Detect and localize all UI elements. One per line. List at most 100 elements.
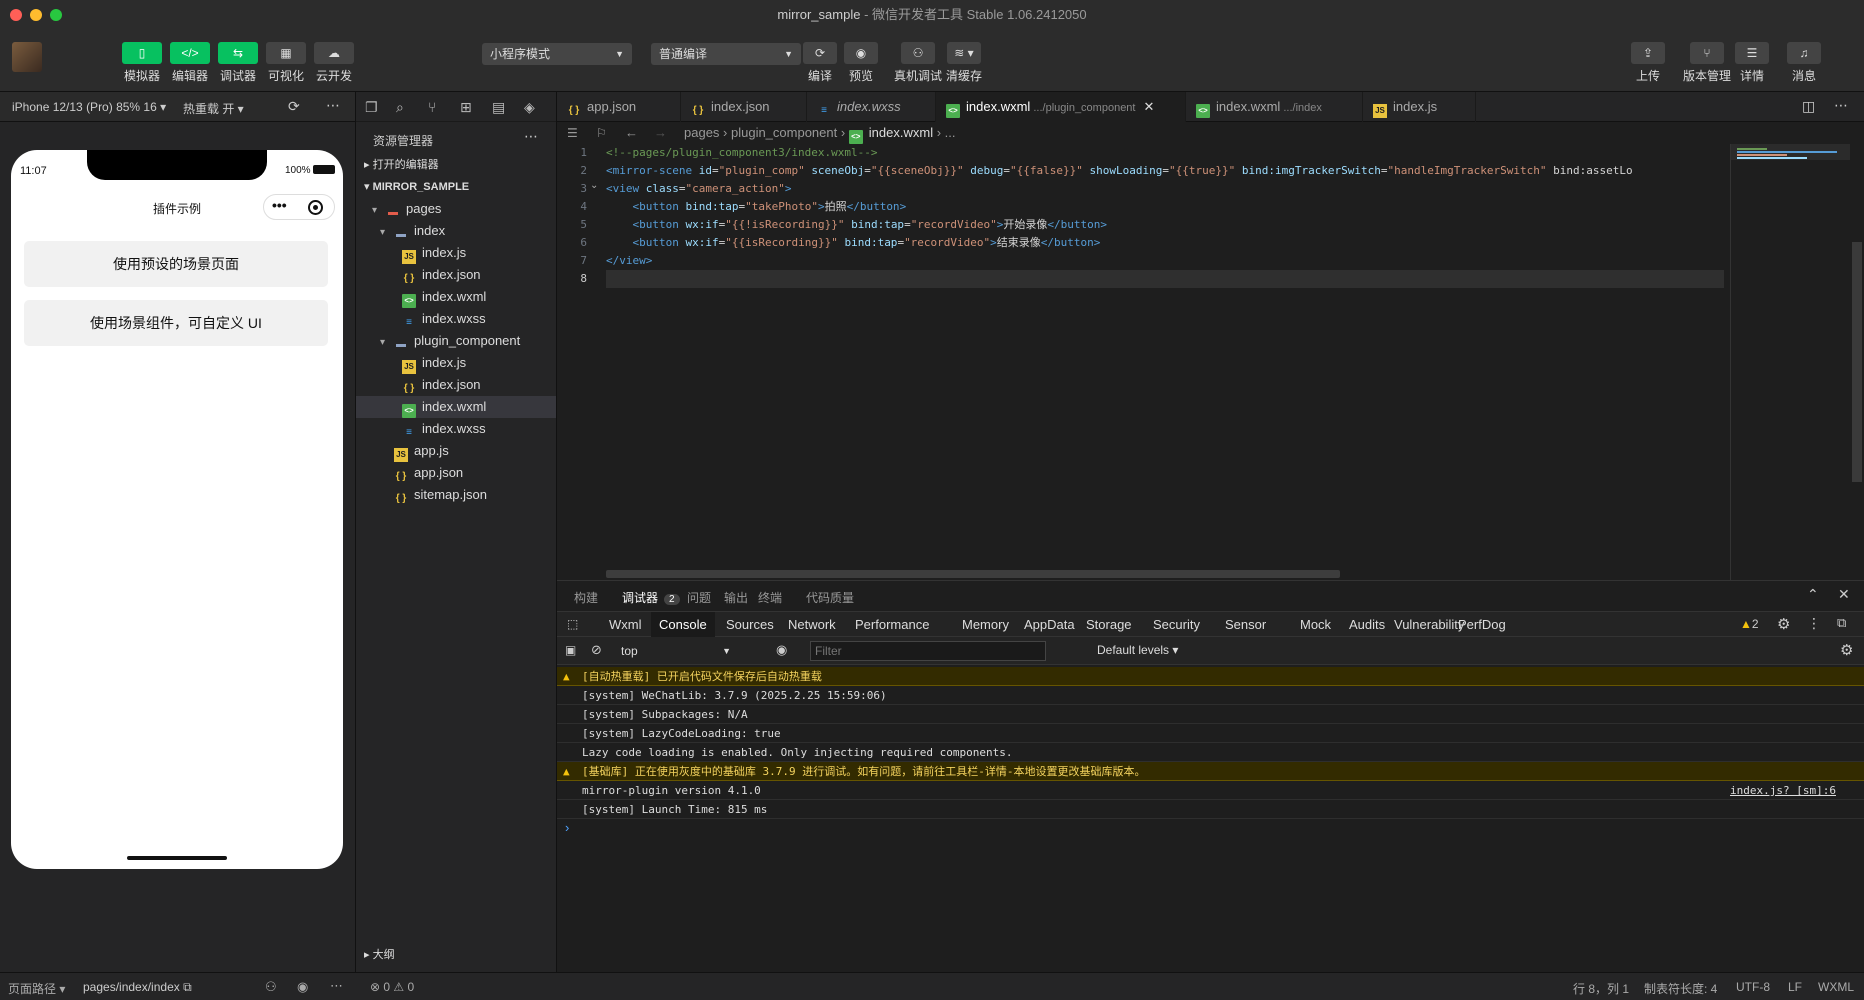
tree-item[interactable]: { } sitemap.json [356,484,556,506]
branch-toolbar-button[interactable]: ⑂ 版本管理 [1683,42,1731,84]
tree-item[interactable]: JS index.js [356,242,556,264]
minimap[interactable] [1730,144,1850,580]
close-tab-icon[interactable]: ✕ [1144,99,1155,114]
files-icon[interactable]: ❐ [365,99,378,116]
editor-tab[interactable]: ≡ index.wxss [807,92,936,122]
editor-tab[interactable]: <> index.wxml .../plugin_component ✕ [936,92,1186,122]
panel-tab[interactable]: 问题 [687,589,711,606]
panel-tab[interactable]: 调试器 2 [622,589,680,606]
tree-item[interactable]: { } index.json [356,264,556,286]
debug-toolbar-button[interactable]: ⇆ 调试器 [218,42,258,84]
compile-select[interactable]: 普通编译 ▼ [651,43,801,65]
devtools-tab[interactable]: Mock [1292,612,1339,638]
source-control-icon[interactable]: ⑂ [428,99,436,115]
devtools-tab[interactable]: Wxml [601,612,650,638]
layout-toolbar-button[interactable]: ▦ 可视化 [266,42,306,84]
editor-tab[interactable]: JS index.js [1363,92,1476,122]
vertical-scrollbar[interactable] [1852,242,1862,482]
cursor-position[interactable]: 行 8，列 1 [1573,980,1629,997]
fold-chevron-icon[interactable]: ⌄ [590,180,598,191]
bell-toolbar-button[interactable]: ♫ 消息 [1787,42,1821,84]
explorer-more-icon[interactable]: ⋯ [524,128,538,145]
tree-item[interactable]: JS app.js [356,440,556,462]
context-select[interactable]: top ▼ [617,641,737,661]
tree-item[interactable]: <> index.wxml [356,396,556,418]
panel-tab[interactable]: 构建 [574,589,598,606]
devtools-tab[interactable]: Sensor [1217,612,1274,638]
devtools-tab[interactable]: Console [651,612,715,638]
problems-count[interactable]: ⊗ 0 ⚠ 0 [370,980,414,994]
devtools-tab[interactable]: AppData [1016,612,1083,638]
bookmark-icon[interactable]: ⚐ [596,122,607,144]
extensions-icon[interactable]: ⊞ [460,99,472,116]
project-section[interactable]: ▾ MIRROR_SAMPLE [356,176,556,198]
layers-toolbar-button[interactable]: ≋ ▾ 清缓存 [946,42,982,84]
device-select[interactable]: iPhone 12/13 (Pro) 85% 16 ▾ [12,100,166,114]
capsule-close-icon[interactable] [308,200,323,215]
eye-toolbar-button[interactable]: ◉ 预览 [844,42,878,84]
debug-bug-icon[interactable]: ⚇ [265,979,277,995]
page-path-select[interactable]: 页面路径 ▾ [8,980,65,997]
devtools-tab[interactable]: Security [1145,612,1208,638]
code-toolbar-button[interactable]: </> 编辑器 [170,42,210,84]
menu-toolbar-button[interactable]: ☰ 详情 [1735,42,1769,84]
sidebar-toggle-icon[interactable]: ▣ [565,643,576,657]
tree-item[interactable]: JS index.js [356,352,556,374]
rotate-icon[interactable]: ⟳ [288,98,300,115]
encoding[interactable]: UTF-8 [1736,980,1770,994]
more-dots-icon[interactable]: ••• [272,197,287,213]
warning-badge[interactable]: ▲2 [1740,617,1759,631]
editor-tab[interactable]: { } app.json [557,92,681,122]
more-icon[interactable]: ⋯ [326,97,340,114]
docker-icon[interactable]: ◈ [524,99,535,116]
copy-icon[interactable]: ⧉ [183,980,192,994]
page-path[interactable]: pages/index/index ⧉ [83,980,192,995]
kebab-menu-icon[interactable]: ⋮ [1807,615,1821,632]
close-panel-icon[interactable]: ✕ [1838,586,1850,603]
panel-tab[interactable]: 终端 [758,589,782,606]
list-icon[interactable]: ☰ [567,122,578,144]
line-ending[interactable]: LF [1788,980,1802,994]
editor-tab[interactable]: <> index.wxml .../index [1186,92,1363,122]
tree-item[interactable]: { } app.json [356,462,556,484]
tree-item[interactable]: ▾ ▬ index [356,220,556,242]
editor-more-icon[interactable]: ⋯ [1834,97,1848,114]
collapse-panel-icon[interactable]: ⌃ [1807,586,1819,603]
outline-section[interactable]: ▸ 大纲 [356,944,556,966]
editor-tab[interactable]: { } index.json [681,92,807,122]
undock-icon[interactable]: ⧉ [1837,615,1846,631]
phone-toolbar-button[interactable]: ▯ 模拟器 [122,42,162,84]
clear-console-icon[interactable]: ⊘ [591,642,602,658]
tree-item[interactable]: { } index.json [356,374,556,396]
eye-icon[interactable]: ◉ [776,642,787,658]
console-filter-input[interactable] [810,641,1046,661]
devtools-tab[interactable]: PerfDog [1450,612,1514,638]
status-more-icon[interactable]: ⋯ [330,978,343,994]
language-mode[interactable]: WXML [1818,980,1854,994]
minimize-window-button[interactable] [30,9,42,21]
devtools-tab[interactable]: Storage [1078,612,1140,638]
avatar[interactable] [12,42,42,72]
panel-tab[interactable]: 代码质量 [806,589,854,606]
panel-tab[interactable]: 输出 [724,589,748,606]
tree-item[interactable]: ▾ ▬ plugin_component [356,330,556,352]
close-window-button[interactable] [10,9,22,21]
tab-size[interactable]: 制表符长度: 4 [1644,980,1717,997]
mode-select[interactable]: 小程序模式 ▼ [482,43,632,65]
devtools-tab[interactable]: Performance [847,612,937,638]
refresh-toolbar-button[interactable]: ⟳ 编译 [803,42,837,84]
zoom-window-button[interactable] [50,9,62,21]
preview-eye-icon[interactable]: ◉ [297,979,308,995]
tree-item[interactable]: ≡ index.wxss [356,308,556,330]
tree-item[interactable]: <> index.wxml [356,286,556,308]
split-editor-icon[interactable]: ◫ [1802,98,1815,115]
tree-item[interactable]: ≡ index.wxss [356,418,556,440]
cloud-toolbar-button[interactable]: ☁ 云开发 [314,42,354,84]
scene-component-button[interactable]: 使用场景组件，可自定义 UI [24,300,328,346]
source-link[interactable]: index.js? [sm]:6 [1730,781,1836,800]
devtools-tab[interactable]: Memory [954,612,1017,638]
code-editor[interactable]: 1 2 3 4 5 6 7 8 ⌄ <!--pages/plugin_component3/i… [557,144,1864,580]
devtools-tab[interactable]: Sources [718,612,782,638]
back-arrow-icon[interactable]: ← [625,122,638,144]
console-settings-icon[interactable]: ⚙ [1840,641,1853,659]
